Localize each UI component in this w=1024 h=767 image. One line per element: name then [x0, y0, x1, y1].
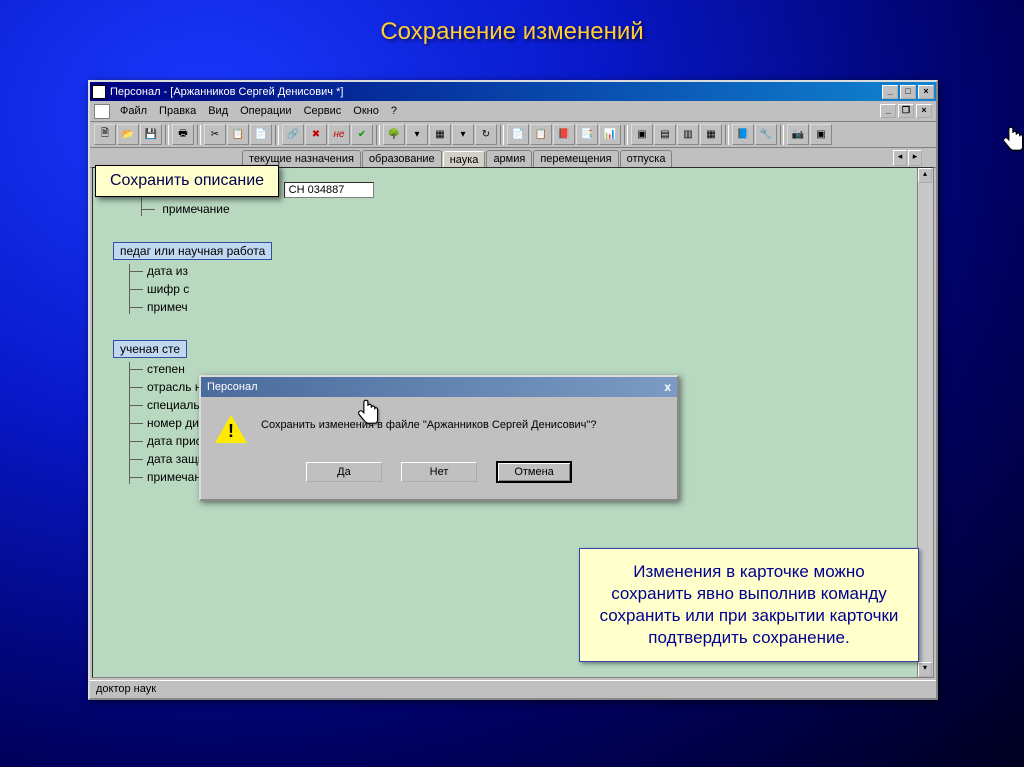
tree-item-code: шифр с: [147, 282, 189, 296]
tab-education[interactable]: образование: [362, 150, 442, 167]
tool-grid-drop-icon[interactable]: ▾: [452, 124, 474, 145]
tab-vacations[interactable]: отпуска: [620, 150, 673, 167]
tool-doc2-icon[interactable]: 📋: [530, 124, 552, 145]
app-icon: [92, 85, 106, 99]
mdi-close-button[interactable]: ×: [916, 104, 932, 118]
window-title: Персонал - [Аржанников Сергей Денисович …: [110, 86, 882, 98]
vertical-scrollbar[interactable]: ▴ ▾: [917, 168, 933, 677]
tool-refresh-icon[interactable]: ↻: [475, 124, 497, 145]
titlebar: Персонал - [Аржанников Сергей Денисович …: [90, 82, 936, 101]
tool-tree-drop-icon[interactable]: ▾: [406, 124, 428, 145]
callout-save-description: Сохранить описание: [95, 165, 279, 197]
cursor-hand-icon: [1000, 125, 1024, 157]
scroll-up-icon[interactable]: ▴: [918, 168, 932, 183]
tab-science[interactable]: наука: [443, 151, 486, 168]
menu-view[interactable]: Вид: [202, 103, 234, 119]
menu-window[interactable]: Окно: [347, 103, 385, 119]
system-menu-icon[interactable]: [94, 104, 110, 119]
slide-title: Сохранение изменений: [0, 0, 1024, 46]
tool-cut-icon[interactable]: ✂: [204, 124, 226, 145]
tool-e-icon[interactable]: 📘: [732, 124, 754, 145]
info-annotation: Изменения в карточке можно сохранить явн…: [579, 548, 919, 662]
menubar: Файл Правка Вид Операции Сервис Окно ? _…: [90, 101, 936, 122]
toolbar: 🗎 📂 💾 🖶 ✂ 📋 📄 🔗 ✖ не ✔ 🌳 ▾ ▦ ▾ ↻ 📄 📋 📕 📑…: [90, 122, 936, 148]
tool-b-icon[interactable]: ▤: [654, 124, 676, 145]
tool-copy-icon[interactable]: 📋: [227, 124, 249, 145]
tool-check-icon[interactable]: ✔: [351, 124, 373, 145]
content-area: ▴ ▾ нии ученого звания CH 034887 примеча…: [92, 167, 934, 678]
tree-heading-pedwork[interactable]: педаг или научная работа: [113, 242, 272, 260]
menu-help[interactable]: ?: [385, 103, 403, 119]
tool-link-icon[interactable]: 🔗: [282, 124, 304, 145]
tree-item-date-from: дата из: [147, 264, 188, 278]
close-button[interactable]: ×: [918, 85, 934, 99]
menu-file[interactable]: Файл: [114, 103, 153, 119]
tab-moves[interactable]: перемещения: [533, 150, 618, 167]
minimize-button[interactable]: _: [882, 85, 898, 99]
tool-tree-icon[interactable]: 🌳: [383, 124, 405, 145]
dialog-no-button[interactable]: Нет: [401, 462, 477, 482]
tab-scroll-left[interactable]: ◂: [893, 150, 907, 166]
tree-heading-degree[interactable]: ученая сте: [113, 340, 187, 358]
statusbar: доктор наук: [90, 680, 936, 698]
tool-grid-icon[interactable]: ▦: [429, 124, 451, 145]
tool-open-icon[interactable]: 📂: [117, 124, 139, 145]
dialog-message: Сохранить изменения в файле "Аржанников …: [261, 415, 596, 431]
tool-camera-icon[interactable]: 📷: [787, 124, 809, 145]
tool-form-icon[interactable]: 📑: [576, 124, 598, 145]
tool-flag-icon[interactable]: не: [328, 124, 350, 145]
tool-paste-icon[interactable]: 📄: [250, 124, 272, 145]
tree-item-note-2: примеч: [147, 300, 188, 314]
tool-f-icon[interactable]: 🔧: [755, 124, 777, 145]
tool-d-icon[interactable]: ▦: [700, 124, 722, 145]
warning-icon: [215, 415, 247, 443]
dialog-cancel-button[interactable]: Отмена: [496, 461, 572, 483]
scroll-down-icon[interactable]: ▾: [918, 662, 932, 677]
menu-operations[interactable]: Операции: [234, 103, 297, 119]
tab-scroll-right[interactable]: ▸: [908, 150, 922, 166]
input-cert-number[interactable]: CH 034887: [284, 182, 374, 198]
dialog-titlebar: Персонал х: [201, 377, 677, 397]
tool-a-icon[interactable]: ▣: [631, 124, 653, 145]
tool-delete-icon[interactable]: ✖: [305, 124, 327, 145]
tree-item-degree: степен: [147, 362, 185, 376]
mdi-restore-button[interactable]: ❐: [898, 104, 914, 118]
tool-print-icon[interactable]: 🖶: [172, 124, 194, 145]
mdi-minimize-button[interactable]: _: [880, 104, 896, 118]
tool-save-icon[interactable]: 💾: [140, 124, 162, 145]
tool-last-icon[interactable]: ▣: [810, 124, 832, 145]
maximize-button[interactable]: □: [900, 85, 916, 99]
tool-chart-icon[interactable]: 📊: [599, 124, 621, 145]
tool-new-icon[interactable]: 🗎: [94, 124, 116, 145]
tool-book-icon[interactable]: 📕: [553, 124, 575, 145]
tool-c-icon[interactable]: ▥: [677, 124, 699, 145]
tab-army[interactable]: армия: [486, 150, 532, 167]
menu-service[interactable]: Сервис: [298, 103, 348, 119]
tool-doc1-icon[interactable]: 📄: [507, 124, 529, 145]
menu-edit[interactable]: Правка: [153, 103, 202, 119]
dialog-close-button[interactable]: х: [664, 380, 671, 394]
dialog-title: Персонал: [207, 381, 258, 393]
dialog-yes-button[interactable]: Да: [306, 462, 382, 482]
save-dialog: Персонал х Сохранить изменения в файле "…: [199, 375, 679, 501]
tree-label-note-1: примечание: [162, 202, 229, 216]
